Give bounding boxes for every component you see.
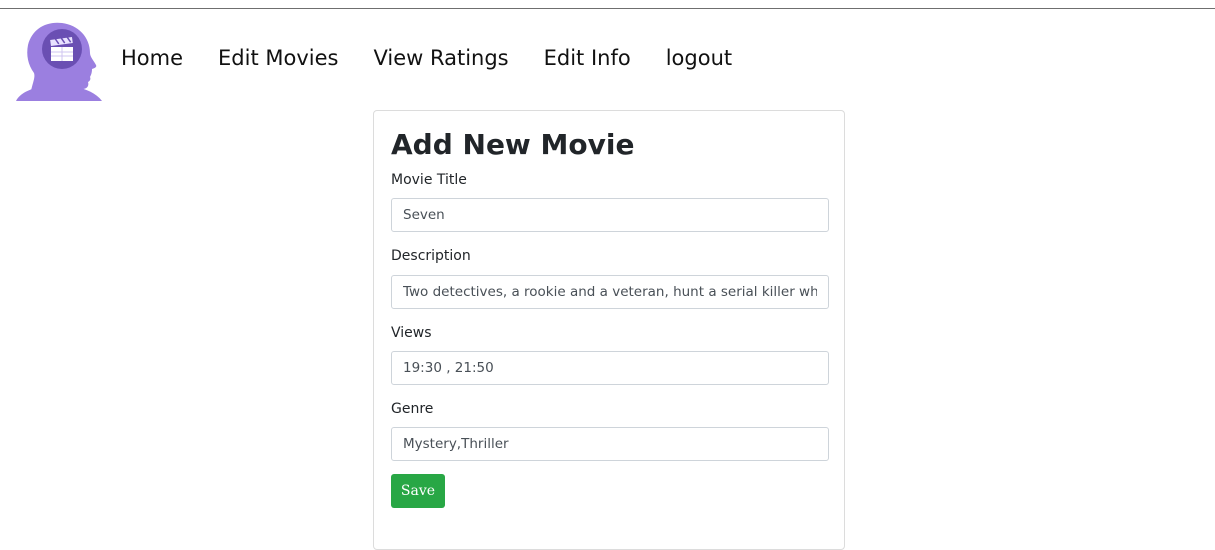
logo-head-clapperboard-icon[interactable] — [16, 17, 102, 102]
nav-logout-link[interactable]: logout — [666, 45, 732, 71]
nav-links: Home Edit Movies View Ratings Edit Info … — [121, 45, 767, 71]
navbar: Home Edit Movies View Ratings Edit Info … — [0, 9, 1215, 102]
add-movie-card: Add New Movie Movie Title Description Vi… — [373, 110, 845, 550]
form-title: Add New Movie — [391, 128, 635, 161]
views-label: Views — [391, 325, 432, 341]
movie-title-label: Movie Title — [391, 172, 467, 188]
movie-title-input[interactable] — [391, 198, 829, 232]
nav-edit-movies-link[interactable]: Edit Movies — [218, 45, 338, 71]
description-input[interactable] — [391, 275, 829, 309]
views-input[interactable] — [391, 351, 829, 385]
nav-home-link[interactable]: Home — [121, 45, 183, 71]
save-button[interactable]: Save — [391, 474, 445, 508]
genre-input[interactable] — [391, 427, 829, 461]
genre-label: Genre — [391, 401, 434, 417]
nav-view-ratings-link[interactable]: View Ratings — [373, 45, 508, 71]
nav-edit-info-link[interactable]: Edit Info — [544, 45, 631, 71]
description-label: Description — [391, 248, 471, 264]
